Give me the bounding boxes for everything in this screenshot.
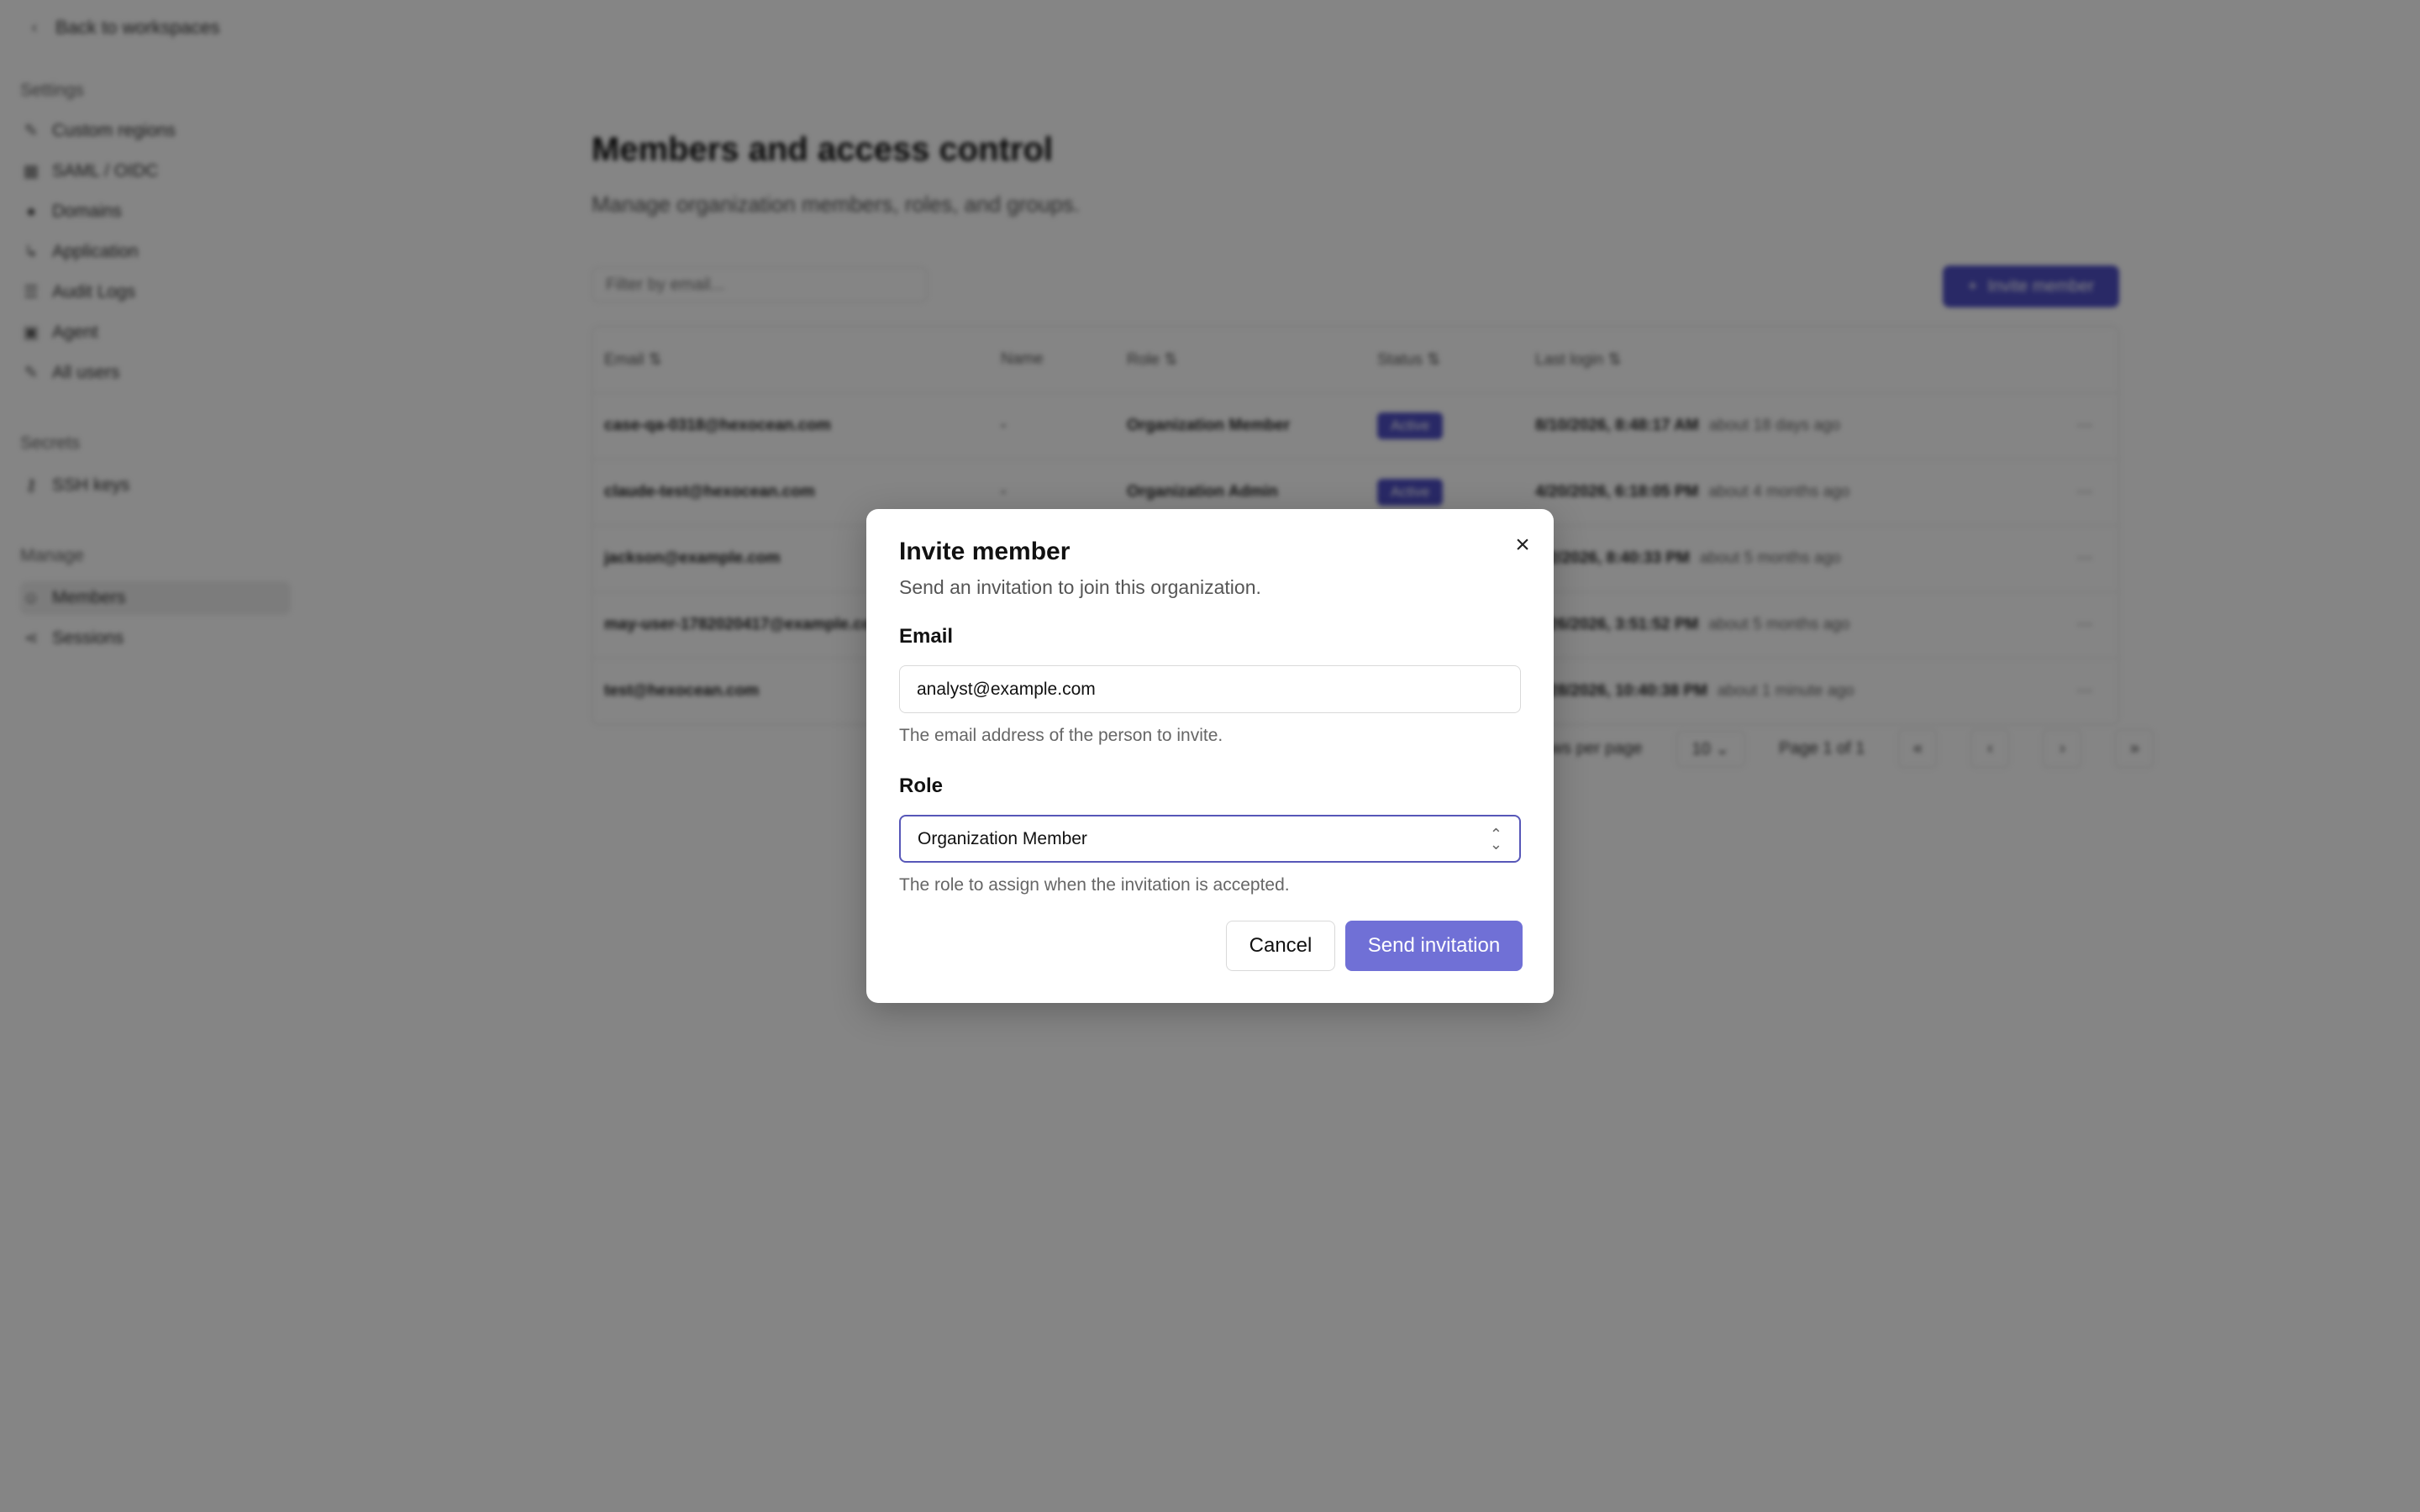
role-help-text: The role to assign when the invitation i… [899,875,1290,895]
role-label: Role [899,774,944,797]
email-value: analyst@example.com [917,679,1096,699]
invite-member-dialog: Invite member Send an invitation to join… [866,509,1554,1003]
email-help-text: The email address of the person to invit… [899,726,1223,745]
chevron-up-down-icon: ⌃ ⌄ [1489,825,1502,853]
email-label: Email [899,625,954,648]
dialog-description: Send an invitation to join this organiza… [899,576,1261,598]
cancel-button[interactable]: Cancel [1226,921,1335,971]
role-select[interactable]: Organization Member ⌃ ⌄ [899,815,1521,863]
dialog-title: Invite member [899,538,1071,565]
email-field[interactable]: analyst@example.com [899,665,1521,713]
send-invitation-button[interactable]: Send invitation [1345,921,1523,971]
close-icon: × [1515,531,1530,559]
close-button[interactable]: × [1507,530,1538,560]
role-value: Organization Member [918,828,1087,848]
